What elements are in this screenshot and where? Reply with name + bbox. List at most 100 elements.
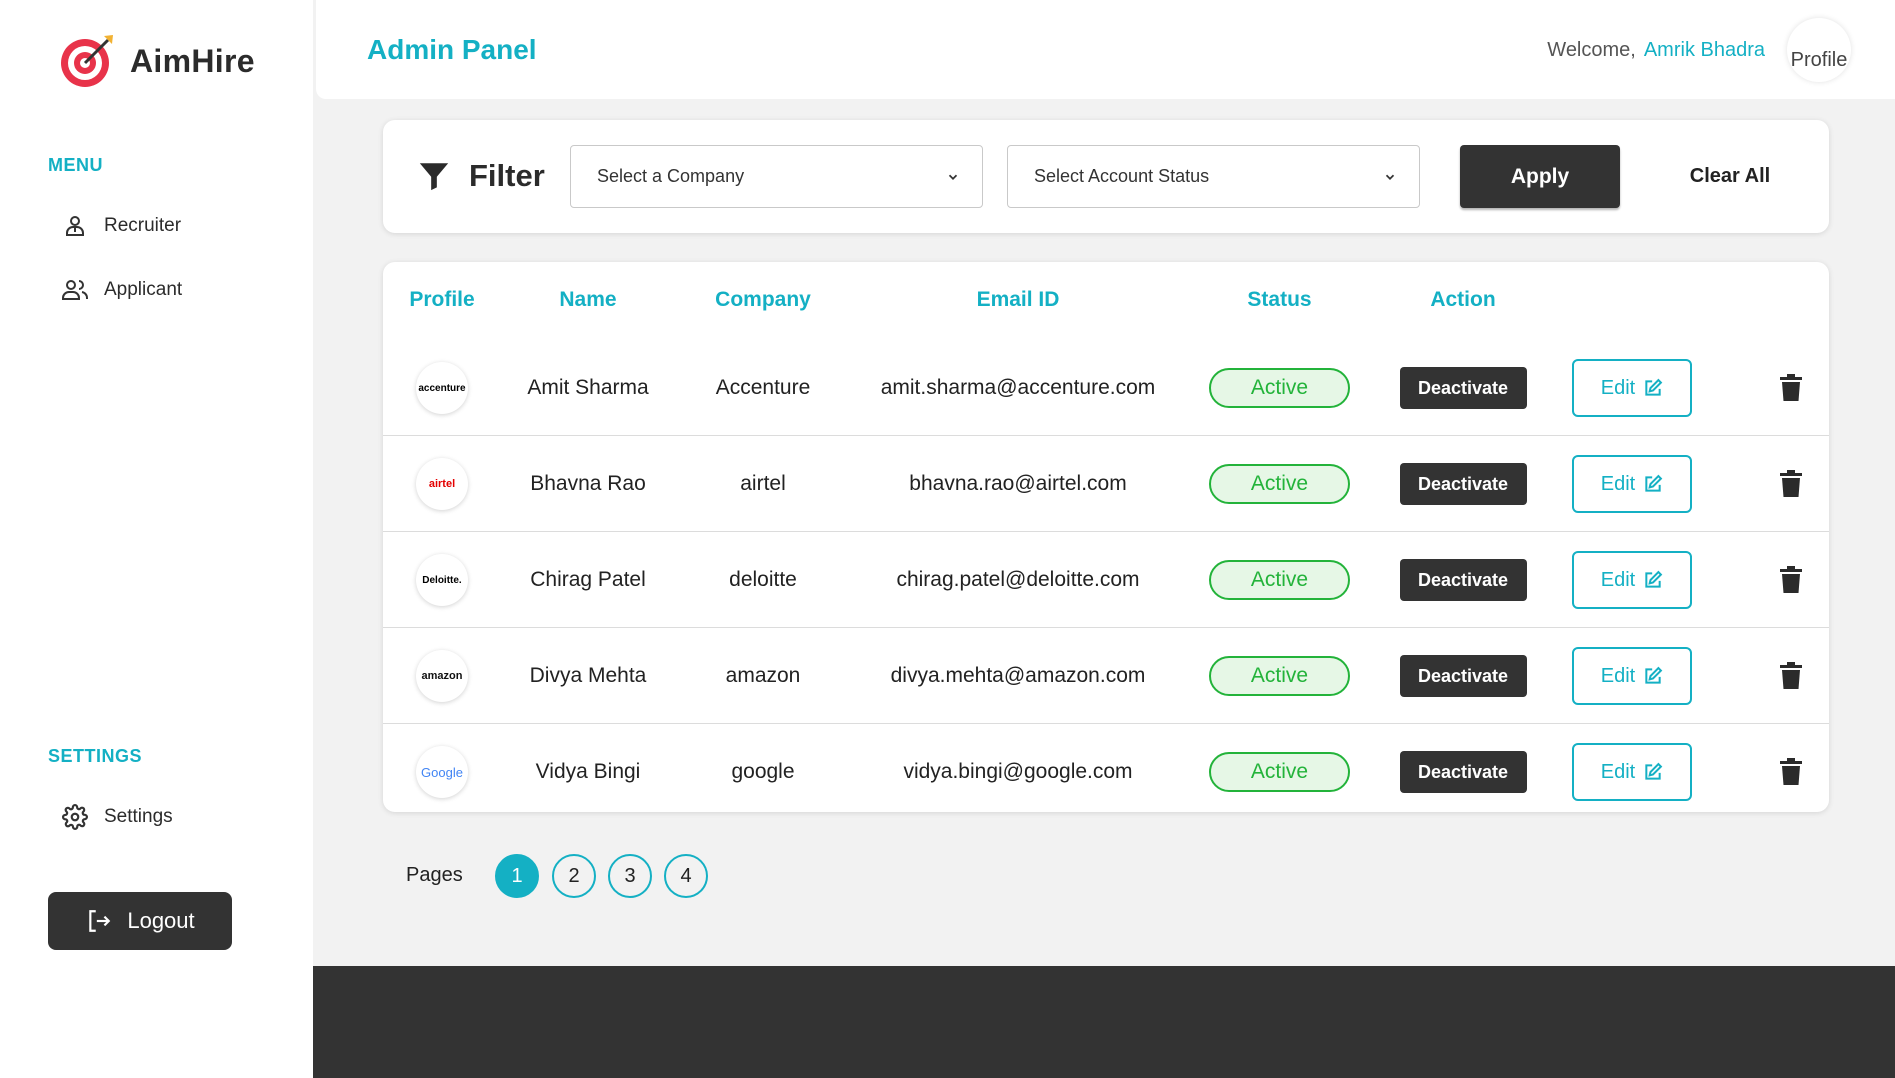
trash-icon[interactable] <box>1779 662 1803 690</box>
page-button-2[interactable]: 2 <box>552 854 596 898</box>
user-name[interactable]: Amrik Bhadra <box>1644 39 1765 61</box>
edit-icon <box>1645 378 1663 396</box>
edit-button[interactable]: Edit <box>1572 743 1692 801</box>
edit-label: Edit <box>1600 472 1636 495</box>
table-row: airtel Bhavna Rao airtel bhavna.rao@airt… <box>383 436 1829 532</box>
sidebar-item-label: Settings <box>104 806 173 827</box>
company-select[interactable]: Select a Company <box>570 145 983 208</box>
company-cell: google <box>731 760 795 783</box>
edit-label: Edit <box>1600 376 1636 399</box>
edit-icon <box>1645 474 1663 492</box>
company-cell: Accenture <box>715 376 811 399</box>
column-header-email: Email ID <box>976 288 1060 311</box>
logout-button[interactable]: Logout <box>48 892 232 950</box>
sidebar-item-settings[interactable]: Settings <box>60 797 173 837</box>
status-badge: Active <box>1209 752 1350 792</box>
user-tie-icon <box>60 211 90 241</box>
deactivate-button[interactable]: Deactivate <box>1399 655 1527 697</box>
edit-button[interactable]: Edit <box>1572 455 1692 513</box>
email-cell: chirag.patel@deloitte.com <box>896 568 1140 591</box>
page-button-3[interactable]: 3 <box>608 854 652 898</box>
page-button-1[interactable]: 1 <box>495 854 539 898</box>
brand[interactable]: AimHire <box>58 32 255 90</box>
company-logo: airtel <box>416 458 468 510</box>
trash-icon[interactable] <box>1779 566 1803 594</box>
recruiters-table: Profile Name Company Email ID Status Act… <box>383 262 1829 812</box>
funnel-icon <box>419 163 449 191</box>
gear-icon <box>60 802 90 832</box>
email-cell: vidya.bingi@google.com <box>903 760 1133 783</box>
sidebar-item-label: Applicant <box>104 279 183 300</box>
edit-label: Edit <box>1600 568 1636 591</box>
welcome-text: Welcome, Amrik Bhadra <box>1547 39 1765 62</box>
menu-section-label: MENU <box>48 155 103 175</box>
name-cell: Bhavna Rao <box>530 472 646 495</box>
users-icon <box>60 275 90 305</box>
sidebar-item-recruiter[interactable]: Recruiter <box>60 206 181 246</box>
pagination-label: Pages <box>406 864 463 886</box>
edit-button[interactable]: Edit <box>1572 647 1692 705</box>
company-logo: Deloitte. <box>416 554 468 606</box>
clear-all-button[interactable]: Clear All <box>1650 145 1810 208</box>
table-row: accenture Amit Sharma Accenture amit.sha… <box>383 340 1829 436</box>
email-cell: bhavna.rao@airtel.com <box>909 472 1127 495</box>
welcome-label: Welcome, <box>1547 39 1636 61</box>
table-row: Google Vidya Bingi google vidya.bingi@go… <box>383 724 1829 820</box>
sidebar-item-applicant[interactable]: Applicant <box>60 270 182 310</box>
deactivate-button[interactable]: Deactivate <box>1399 463 1527 505</box>
table-row: amazon Divya Mehta amazon divya.mehta@am… <box>383 628 1829 724</box>
top-header: Admin Panel Welcome, Amrik Bhadra Profile <box>316 0 1895 99</box>
table-row: Deloitte. Chirag Patel deloitte chirag.p… <box>383 532 1829 628</box>
apply-button[interactable]: Apply <box>1460 145 1620 208</box>
edit-icon <box>1645 570 1663 588</box>
filter-card: Filter Select a Company Select Account S… <box>383 120 1829 233</box>
company-logo: Google <box>416 746 468 798</box>
sidebar-item-label: Recruiter <box>104 215 182 236</box>
column-header-profile: Profile <box>409 288 475 311</box>
logout-label: Logout <box>127 908 195 933</box>
settings-section-label: SETTINGS <box>48 746 143 766</box>
page-button-4[interactable]: 4 <box>664 854 708 898</box>
sidebar: AimHire MENU Recruiter Applicant SETTING… <box>0 0 313 1078</box>
company-cell: airtel <box>740 472 786 495</box>
edit-icon <box>1645 666 1663 684</box>
trash-icon[interactable] <box>1779 758 1803 786</box>
company-logo: amazon <box>416 650 468 702</box>
edit-icon <box>1645 762 1663 780</box>
page-title: Admin Panel <box>367 34 537 65</box>
name-cell: Vidya Bingi <box>535 760 641 783</box>
column-header-name: Name <box>559 288 617 311</box>
email-cell: amit.sharma@accenture.com <box>880 376 1156 399</box>
company-cell: deloitte <box>729 568 797 591</box>
edit-label: Edit <box>1600 664 1636 687</box>
avatar[interactable]: Profile <box>1787 18 1851 82</box>
footer <box>313 966 1895 1078</box>
brand-name: AimHire <box>130 42 255 79</box>
filter-label: Filter <box>469 158 545 193</box>
company-select-value: Select a Company <box>597 166 745 186</box>
logout-icon <box>85 907 113 935</box>
status-badge: Active <box>1209 656 1350 696</box>
status-badge: Active <box>1209 368 1350 408</box>
name-cell: Chirag Patel <box>530 568 646 591</box>
company-cell: amazon <box>725 664 801 687</box>
chevron-down-icon <box>1385 174 1395 180</box>
edit-button[interactable]: Edit <box>1572 551 1692 609</box>
column-header-company: Company <box>715 288 811 311</box>
column-header-status: Status <box>1247 288 1312 311</box>
account-status-select[interactable]: Select Account Status <box>1007 145 1420 208</box>
avatar-alt-text: Profile <box>1790 49 1848 71</box>
deactivate-button[interactable]: Deactivate <box>1399 367 1527 409</box>
email-cell: divya.mehta@amazon.com <box>890 664 1146 687</box>
deactivate-button[interactable]: Deactivate <box>1399 559 1527 601</box>
company-logo: accenture <box>416 362 468 414</box>
status-badge: Active <box>1209 464 1350 504</box>
trash-icon[interactable] <box>1779 470 1803 498</box>
trash-icon[interactable] <box>1779 374 1803 402</box>
edit-button[interactable]: Edit <box>1572 359 1692 417</box>
status-badge: Active <box>1209 560 1350 600</box>
status-select-value: Select Account Status <box>1034 166 1210 186</box>
name-cell: Amit Sharma <box>527 376 649 399</box>
filter-heading: Filter <box>417 158 545 194</box>
deactivate-button[interactable]: Deactivate <box>1399 751 1527 793</box>
